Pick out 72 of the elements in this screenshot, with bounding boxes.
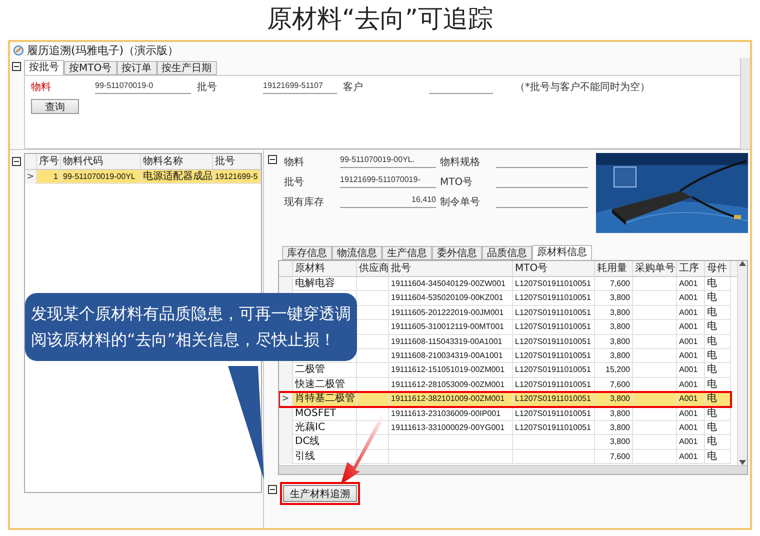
row-marker: > — [282, 394, 290, 404]
table-row[interactable]: > 1 99-511070019-00YL 电源适配器成品 19121699-5 — [25, 170, 261, 184]
scrollbar[interactable] — [740, 58, 750, 149]
search-tab[interactable]: 按MTO号 — [64, 61, 117, 75]
table-cell: 肖特基二极管 — [293, 392, 357, 407]
info-tab[interactable]: 生产信息 — [382, 246, 432, 260]
search-tab[interactable]: 按生产日期 — [156, 61, 217, 75]
table-row[interactable]: 二极管 19111612-151051019-00ZM001 L1207S01911010051 15,200 A001 电 — [279, 363, 731, 378]
row-marker: > — [26, 172, 34, 182]
table-cell: 99-511070019-00YL — [61, 170, 141, 184]
collapse-icon[interactable] — [268, 155, 277, 164]
table-cell: 19111612-382101009-00ZM001 — [389, 392, 513, 407]
table-cell: 1 — [37, 170, 61, 184]
vertical-scrollbar[interactable] — [737, 261, 747, 465]
table-row[interactable]: DC线 3,800 A001 电 — [279, 435, 731, 450]
column-header[interactable]: MTO号 — [513, 261, 595, 276]
hint-text: （*批号与客户不能同时为空） — [515, 80, 650, 94]
app-icon — [13, 44, 24, 56]
column-header[interactable]: 物料代码 — [61, 154, 141, 169]
query-button[interactable]: 查询 — [31, 99, 79, 114]
field-label: 批号 — [197, 80, 218, 94]
column-header[interactable]: 工序 — [677, 261, 705, 276]
collapse-icon[interactable] — [12, 157, 21, 166]
table-row[interactable]: 引线 7,600 A001 电 — [279, 450, 731, 464]
column-header[interactable]: 批号 — [213, 154, 261, 169]
table-cell: 电 — [705, 392, 731, 407]
search-tab[interactable]: 按批号 — [24, 60, 64, 75]
batch-field[interactable]: 19121699-51107 — [263, 81, 337, 94]
callout-tooltip: 发现某个原材料有品质隐患，可再一键穿透调阅该原材料的“去向”相关信息，尽快止损！ — [25, 293, 357, 361]
table-row[interactable]: > 肖特基二极管 19111612-382101009-00ZM001 L1207S01911010051 3,800 A001 电 — [279, 392, 731, 407]
table-cell: L1207S01911010051 — [513, 392, 595, 407]
detail-field: 19121699-511070019- — [340, 175, 436, 188]
page-heading: 原材料“去向”可追踪 — [267, 3, 493, 35]
column-header[interactable]: 批号 — [389, 261, 513, 276]
field-label: 批号 — [284, 176, 305, 189]
trace-button[interactable]: 生产材料追溯 — [283, 485, 357, 502]
column-header[interactable]: 原材料 — [293, 261, 357, 276]
field-label: 物料 — [31, 80, 52, 94]
detail-field: 99-511070019-00YL. — [340, 155, 436, 168]
scroll-up-icon[interactable] — [739, 261, 746, 266]
column-header[interactable]: 物料名称 — [141, 154, 213, 169]
column-header[interactable]: 耗用量 — [595, 261, 633, 276]
info-tab[interactable]: 委外信息 — [432, 246, 482, 260]
column-header[interactable]: 序号 — [37, 154, 61, 169]
info-tab[interactable]: 原材料信息 — [532, 245, 592, 260]
table-row[interactable]: 光藕IC 19111613-331000029-00YG001 L1207S01911010051 3,800 A001 电 — [279, 420, 731, 436]
table-cell: A001 — [677, 450, 705, 464]
field-label: 客户 — [343, 80, 364, 94]
collapse-icon[interactable] — [268, 485, 277, 494]
column-header[interactable]: 母件 — [705, 261, 731, 276]
info-tab[interactable]: 品质信息 — [482, 246, 532, 260]
table-row[interactable]: 电解电容 19111604-345040129-00ZW001 L1207S01911010051 7,600 A001 电 — [279, 277, 731, 292]
material-field[interactable]: 99-511070019-0 — [95, 81, 191, 94]
table-cell: A001 — [677, 392, 705, 407]
table-cell: 19121699-5 — [213, 170, 261, 184]
table-cell: 3,800 — [595, 392, 633, 407]
detail-field: 16,410 — [340, 195, 436, 208]
info-tab[interactable]: 物流信息 — [332, 246, 382, 260]
window-title: 履历追溯(玛雅电子)（演示版） — [27, 42, 179, 58]
info-tab[interactable]: 库存信息 — [282, 246, 332, 260]
field-label: 物料规格 — [440, 156, 481, 169]
field-label: MTO号 — [440, 176, 474, 189]
table-cell: 电 — [705, 450, 731, 464]
field-label: 物料 — [284, 156, 305, 169]
field-label: 现有库存 — [284, 196, 325, 209]
table-cell: 7,600 — [595, 450, 633, 464]
search-tab[interactable]: 按订单 — [116, 61, 157, 75]
horizontal-scrollbar[interactable] — [279, 465, 747, 474]
column-header[interactable]: 采购单号 — [633, 261, 677, 276]
collapse-icon[interactable] — [12, 62, 21, 71]
field-label: 制令单号 — [440, 196, 481, 209]
table-cell: 电源适配器成品 — [141, 170, 213, 184]
